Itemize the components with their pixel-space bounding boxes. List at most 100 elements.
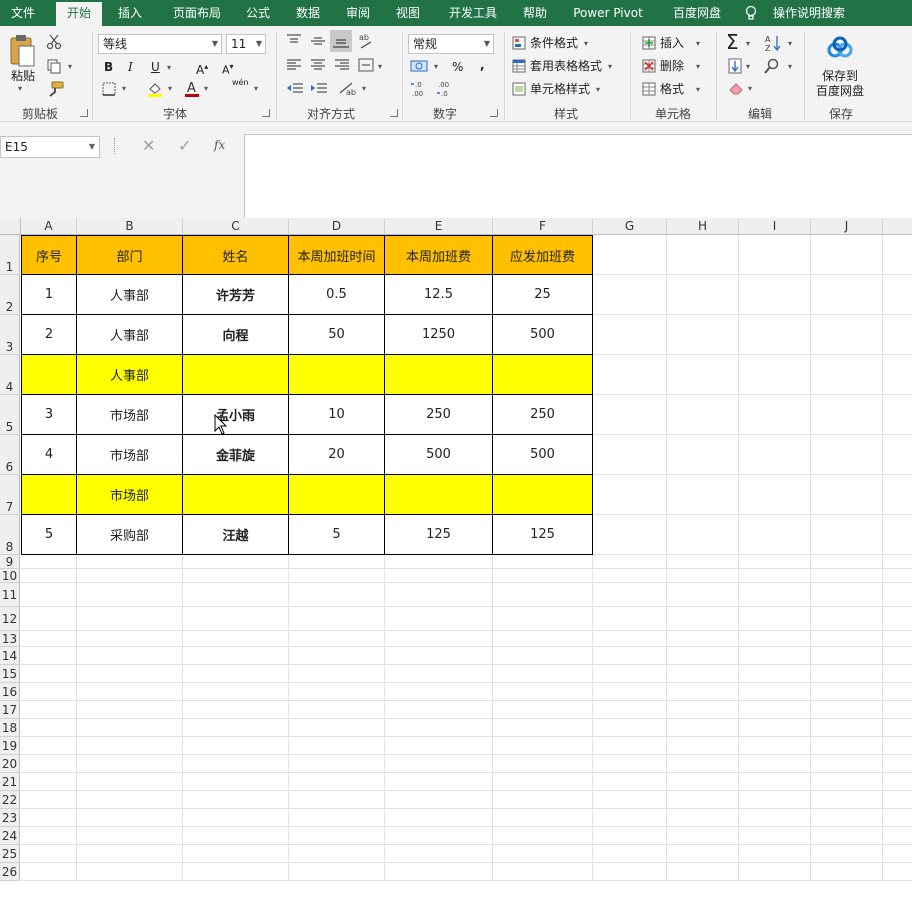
cell[interactable] — [493, 755, 593, 773]
cell[interactable] — [77, 827, 183, 845]
cell[interactable] — [493, 791, 593, 809]
table-cell[interactable]: 0.5 — [289, 275, 385, 315]
format-as-table-button[interactable]: 套用表格格式 — [530, 58, 602, 74]
cell[interactable] — [77, 809, 183, 827]
sort-filter-icon[interactable]: AZ — [764, 34, 784, 52]
cell[interactable] — [883, 791, 912, 809]
cell[interactable] — [493, 845, 593, 863]
cell[interactable] — [811, 773, 883, 791]
cell[interactable] — [593, 665, 667, 683]
row-header-6[interactable]: 6 — [0, 435, 20, 475]
table-header-cell[interactable]: 本周加班时间 — [289, 235, 385, 275]
select-all-button[interactable] — [0, 218, 21, 235]
tab-review[interactable]: 审阅 — [338, 0, 378, 26]
worksheet-grid[interactable]: ABCDEFGHIJ 1 2 3 4 5 6 7 8 9 10 11 12 13 14 15 16 17 18 19… — [0, 218, 912, 912]
cell[interactable] — [667, 755, 739, 773]
cell[interactable] — [593, 315, 667, 355]
column-header-c[interactable]: C — [183, 218, 289, 235]
cell[interactable] — [739, 275, 811, 315]
align-center-icon[interactable] — [310, 58, 326, 72]
number-dialog-launcher[interactable] — [490, 109, 498, 117]
format-cells-icon[interactable] — [642, 82, 656, 96]
tab-insert[interactable]: 插入 — [108, 0, 152, 26]
cell[interactable] — [493, 683, 593, 701]
formula-input[interactable] — [244, 134, 912, 218]
cell[interactable] — [183, 583, 289, 607]
cell[interactable] — [811, 583, 883, 607]
cell[interactable] — [739, 719, 811, 737]
cell[interactable] — [667, 631, 739, 647]
tab-formulas[interactable]: 公式 — [238, 0, 278, 26]
shrink-font-button[interactable]: A▾ — [222, 59, 234, 79]
cell[interactable] — [883, 863, 912, 881]
paste-button[interactable]: 粘贴 — [11, 68, 35, 84]
cell[interactable] — [183, 719, 289, 737]
cell[interactable] — [21, 607, 77, 631]
cell[interactable] — [593, 647, 667, 665]
column-header-b[interactable]: B — [77, 218, 183, 235]
cell[interactable] — [883, 607, 912, 631]
delete-cells-icon[interactable] — [642, 59, 656, 73]
tab-power-pivot[interactable]: Power Pivot — [566, 0, 650, 26]
cell[interactable] — [811, 845, 883, 863]
cell[interactable] — [739, 315, 811, 355]
paste-dropdown[interactable]: ▾ — [18, 84, 22, 93]
font-size-combo[interactable]: 11 ▼ — [226, 34, 266, 54]
row-header-2[interactable]: 2 — [0, 275, 20, 315]
table-cell[interactable]: 3 — [21, 395, 77, 435]
cell[interactable] — [883, 827, 912, 845]
cell[interactable] — [183, 555, 289, 569]
cell-styles-dropdown[interactable]: ▾ — [596, 85, 600, 94]
table-cell[interactable]: 采购部 — [77, 515, 183, 555]
cell[interactable] — [385, 683, 493, 701]
row-header-16[interactable]: 16 — [0, 683, 20, 701]
cell[interactable] — [667, 435, 739, 475]
table-cell[interactable]: 人事部 — [77, 355, 183, 395]
table-cell[interactable]: 市场部 — [77, 435, 183, 475]
column-header-f[interactable]: F — [493, 218, 593, 235]
cell[interactable] — [289, 555, 385, 569]
cell[interactable] — [593, 555, 667, 569]
cell[interactable] — [667, 607, 739, 631]
table-cell[interactable]: 500 — [493, 435, 593, 475]
cell[interactable] — [77, 755, 183, 773]
cell[interactable] — [593, 583, 667, 607]
column-header-g[interactable]: G — [593, 218, 667, 235]
column-header-e[interactable]: E — [385, 218, 493, 235]
cell[interactable] — [183, 701, 289, 719]
cell[interactable] — [289, 773, 385, 791]
cell[interactable] — [667, 845, 739, 863]
table-cell[interactable]: 125 — [385, 515, 493, 555]
cell[interactable] — [593, 719, 667, 737]
cell[interactable] — [593, 809, 667, 827]
table-cell[interactable]: 许芳芳 — [183, 275, 289, 315]
row-header-19[interactable]: 19 — [0, 737, 20, 755]
table-cell[interactable]: 向程 — [183, 315, 289, 355]
delete-cells-button[interactable]: 删除 — [660, 58, 684, 74]
cell[interactable] — [493, 631, 593, 647]
cell[interactable] — [811, 647, 883, 665]
cell[interactable] — [811, 809, 883, 827]
cell[interactable] — [183, 827, 289, 845]
cell[interactable] — [593, 235, 667, 275]
row-header-24[interactable]: 24 — [0, 827, 20, 845]
cell[interactable] — [667, 809, 739, 827]
baidu-netdisk-icon[interactable] — [826, 36, 854, 60]
cell[interactable] — [811, 515, 883, 555]
cell[interactable] — [883, 275, 912, 315]
cell[interactable] — [21, 845, 77, 863]
cell[interactable] — [493, 719, 593, 737]
cell[interactable] — [289, 845, 385, 863]
orientation-dropdown[interactable]: ▾ — [362, 84, 366, 93]
cell[interactable] — [667, 665, 739, 683]
accounting-format-icon[interactable] — [410, 58, 430, 74]
increase-indent-icon[interactable] — [310, 82, 328, 96]
cell[interactable] — [811, 275, 883, 315]
table-header-cell[interactable]: 本周加班费 — [385, 235, 493, 275]
cell[interactable] — [739, 569, 811, 583]
row-header-4[interactable]: 4 — [0, 355, 20, 395]
cell[interactable] — [21, 737, 77, 755]
cell[interactable] — [493, 665, 593, 683]
bold-button[interactable]: B — [104, 59, 113, 75]
cell[interactable] — [883, 737, 912, 755]
